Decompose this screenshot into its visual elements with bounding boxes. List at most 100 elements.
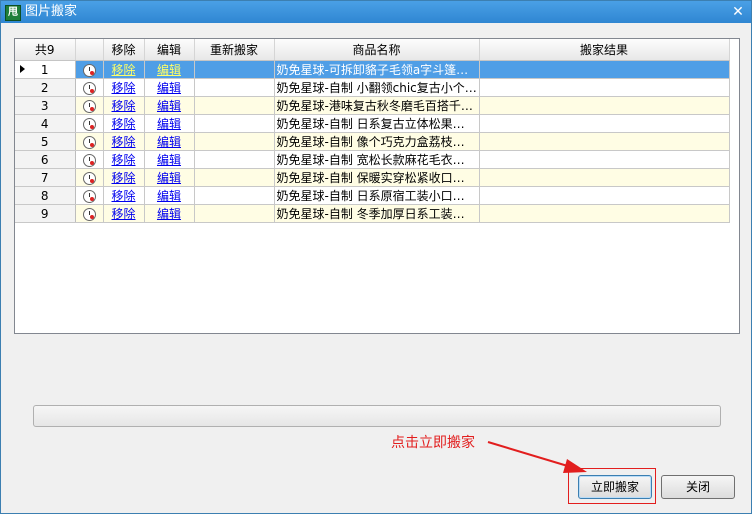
- header-edit[interactable]: 编辑: [144, 39, 195, 61]
- remove-link[interactable]: 移除: [111, 81, 135, 95]
- header-remove-again[interactable]: 重新搬家: [194, 39, 275, 61]
- edit-link[interactable]: 编辑: [157, 117, 181, 131]
- remove-again-cell: [194, 132, 275, 151]
- remove-again-cell: [194, 78, 275, 97]
- result-cell: [479, 150, 730, 169]
- row-number: 7: [15, 168, 76, 187]
- table-header-row: 共9 移除 编辑 重新搬家 商品名称 搬家结果: [15, 39, 730, 61]
- remove-cell: 移除: [103, 186, 145, 205]
- remove-cell: 移除: [103, 96, 145, 115]
- clock-status-icon: [82, 117, 96, 131]
- edit-cell: 编辑: [144, 186, 195, 205]
- remove-again-cell: [194, 186, 275, 205]
- table-row[interactable]: 9 移除 编辑 奶免星球-自制 冬季加厚日系工装…: [15, 204, 730, 223]
- remove-cell: 移除: [103, 132, 145, 151]
- remove-link[interactable]: 移除: [111, 189, 135, 203]
- remove-link[interactable]: 移除: [111, 117, 135, 131]
- row-status: [75, 168, 104, 187]
- row-number: 2: [15, 78, 76, 97]
- result-cell: [479, 168, 730, 187]
- table-row[interactable]: 3 移除 编辑 奶免星球-港味复古秋冬磨毛百搭千…: [15, 96, 730, 115]
- row-number: 3: [15, 96, 76, 115]
- edit-cell: 编辑: [144, 60, 195, 79]
- table-row[interactable]: 1 移除 编辑 奶免星球-可拆卸貉子毛领a字斗篷…: [15, 60, 730, 79]
- edit-link[interactable]: 编辑: [157, 153, 181, 167]
- remove-cell: 移除: [103, 168, 145, 187]
- edit-link[interactable]: 编辑: [157, 99, 181, 113]
- remove-again-cell: [194, 204, 275, 223]
- clock-status-icon: [82, 171, 96, 185]
- remove-again-cell: [194, 114, 275, 133]
- edit-cell: 编辑: [144, 168, 195, 187]
- remove-link[interactable]: 移除: [111, 153, 135, 167]
- row-number: 1: [15, 60, 76, 79]
- row-number-text: 9: [40, 206, 49, 221]
- remove-link[interactable]: 移除: [111, 171, 135, 185]
- edit-cell: 编辑: [144, 96, 195, 115]
- edit-link[interactable]: 编辑: [157, 135, 181, 149]
- close-button[interactable]: 关闭: [661, 475, 735, 499]
- remove-link[interactable]: 移除: [111, 99, 135, 113]
- edit-cell: 编辑: [144, 204, 195, 223]
- clock-status-icon: [82, 63, 96, 77]
- close-icon[interactable]: ✕: [729, 4, 747, 20]
- product-name-cell: 奶免星球-自制 像个巧克力盒荔枝…: [274, 132, 480, 151]
- clock-status-icon: [82, 135, 96, 149]
- header-count: 共9: [15, 39, 76, 61]
- remove-cell: 移除: [103, 60, 145, 79]
- product-name-cell: 奶免星球-港味复古秋冬磨毛百搭千…: [274, 96, 480, 115]
- edit-link[interactable]: 编辑: [157, 207, 181, 221]
- row-status: [75, 204, 104, 223]
- title-bar[interactable]: 甩 图片搬家 ✕: [1, 1, 751, 23]
- result-cell: [479, 186, 730, 205]
- remove-link[interactable]: 移除: [111, 207, 135, 221]
- row-number: 4: [15, 114, 76, 133]
- row-number: 6: [15, 150, 76, 169]
- row-status: [75, 150, 104, 169]
- remove-cell: 移除: [103, 150, 145, 169]
- product-name-cell: 奶免星球-自制 宽松长款麻花毛衣…: [274, 150, 480, 169]
- clock-status-icon: [82, 207, 96, 221]
- window-title: 图片搬家: [25, 4, 78, 19]
- edit-link[interactable]: 编辑: [157, 81, 181, 95]
- remove-link[interactable]: 移除: [111, 63, 135, 77]
- remove-again-cell: [194, 150, 275, 169]
- row-number-text: 3: [40, 98, 49, 113]
- product-name-cell: 奶免星球-自制 小翻领chic复古小个…: [274, 78, 480, 97]
- product-name-cell: 奶免星球-自制 日系复古立体松果…: [274, 114, 480, 133]
- header-product-name[interactable]: 商品名称: [274, 39, 480, 61]
- table-row[interactable]: 2 移除 编辑 奶免星球-自制 小翻领chic复古小个…: [15, 78, 730, 97]
- product-name-cell: 奶免星球-自制 日系原宿工装小口…: [274, 186, 480, 205]
- annotation-label: 点击立即搬家: [391, 435, 475, 451]
- table-row[interactable]: 6 移除 编辑 奶免星球-自制 宽松长款麻花毛衣…: [15, 150, 730, 169]
- result-cell: [479, 204, 730, 223]
- product-name-cell: 奶免星球-可拆卸貉子毛领a字斗篷…: [274, 60, 480, 79]
- product-table: 共9 移除 编辑 重新搬家 商品名称 搬家结果 1 移除 编辑 奶免星球-可拆卸貉子毛…: [15, 39, 730, 223]
- row-number-text: 5: [40, 134, 49, 149]
- remove-cell: 移除: [103, 78, 145, 97]
- edit-link[interactable]: 编辑: [157, 63, 181, 77]
- header-icon: [75, 39, 104, 61]
- header-result[interactable]: 搬家结果: [479, 39, 730, 61]
- edit-cell: 编辑: [144, 114, 195, 133]
- start-move-button[interactable]: 立即搬家: [578, 475, 652, 499]
- result-cell: [479, 114, 730, 133]
- row-number-text: 4: [40, 116, 49, 131]
- row-status: [75, 132, 104, 151]
- product-grid[interactable]: 共9 移除 编辑 重新搬家 商品名称 搬家结果 1 移除 编辑 奶免星球-可拆卸貉子毛…: [14, 38, 740, 334]
- edit-cell: 编辑: [144, 150, 195, 169]
- edit-link[interactable]: 编辑: [157, 189, 181, 203]
- result-cell: [479, 96, 730, 115]
- table-row[interactable]: 5 移除 编辑 奶免星球-自制 像个巧克力盒荔枝…: [15, 132, 730, 151]
- row-number: 9: [15, 204, 76, 223]
- progress-bar: [33, 405, 721, 427]
- table-row[interactable]: 4 移除 编辑 奶免星球-自制 日系复古立体松果…: [15, 114, 730, 133]
- remove-again-cell: [194, 168, 275, 187]
- edit-link[interactable]: 编辑: [157, 171, 181, 185]
- remove-link[interactable]: 移除: [111, 135, 135, 149]
- header-remove[interactable]: 移除: [103, 39, 145, 61]
- row-number-text: 2: [40, 80, 49, 95]
- result-cell: [479, 78, 730, 97]
- table-row[interactable]: 7 移除 编辑 奶免星球-自制 保暖实穿松紧收口…: [15, 168, 730, 187]
- table-row[interactable]: 8 移除 编辑 奶免星球-自制 日系原宿工装小口…: [15, 186, 730, 205]
